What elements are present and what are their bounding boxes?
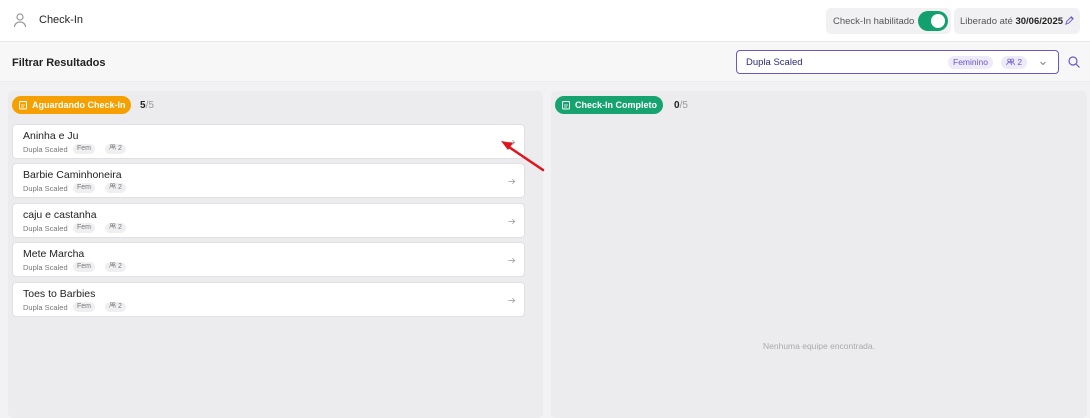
user-icon	[13, 13, 27, 28]
team-card[interactable]: Toes to Barbies Dupla Scaled Fem 2	[12, 282, 525, 317]
team-size-value: 2	[117, 145, 122, 152]
team-size-pill: 2	[1001, 56, 1028, 69]
gender-pill: Feminino	[948, 56, 993, 69]
arrow-right-icon[interactable]	[507, 217, 516, 226]
completed-count: 0/5	[674, 100, 688, 111]
team-card[interactable]: Barbie Caminhoneira Dupla Scaled Fem 2	[12, 163, 525, 198]
team-category: Dupla Scaled	[23, 224, 68, 233]
chevron-down-icon[interactable]	[1038, 58, 1048, 68]
team-category: Dupla Scaled	[23, 145, 68, 154]
category-select-value: Dupla Scaled	[746, 57, 803, 68]
clipboard-icon	[19, 101, 27, 110]
team-name: Toes to Barbies	[23, 288, 96, 300]
team-size-tag: 2	[105, 223, 126, 233]
team-card[interactable]: caju e castanha Dupla Scaled Fem 2	[12, 203, 525, 238]
team-size-value: 2	[117, 263, 122, 270]
liberado-until-button[interactable]: Liberado até 30/06/2025	[954, 8, 1080, 34]
empty-state-text: Nenhuma equipe encontrada.	[763, 341, 875, 351]
pending-badge: Aguardando Check-In	[12, 96, 131, 114]
completed-badge-label: Check-In Completo	[575, 100, 658, 110]
completed-column: Check-In Completo 0/5 Nenhuma equipe enc…	[551, 91, 1087, 418]
team-gender-tag: Fem	[73, 144, 95, 154]
arrow-right-icon[interactable]	[507, 177, 516, 186]
completed-count-total: /5	[679, 100, 688, 111]
team-size-tag: 2	[105, 262, 126, 272]
completed-badge: Check-In Completo	[555, 96, 663, 114]
team-category: Dupla Scaled	[23, 263, 68, 272]
team-name: caju e castanha	[23, 209, 97, 221]
category-select[interactable]: Dupla Scaled Feminino 2	[736, 50, 1059, 74]
toggle-knob	[931, 14, 945, 28]
people-icon	[109, 183, 116, 189]
people-icon	[109, 262, 116, 268]
liberado-label: Liberado até 30/06/2025	[960, 16, 1063, 27]
clipboard-icon	[562, 101, 570, 110]
pending-badge-label: Aguardando Check-In	[32, 100, 126, 110]
checkin-toggle[interactable]	[918, 11, 948, 31]
pending-column: Aguardando Check-In 5/5 Aninha e Ju Dupla…	[8, 91, 543, 418]
team-size-tag: 2	[105, 183, 126, 193]
team-size-tag: 2	[105, 302, 126, 312]
checkin-enabled-control: Check-In habilitado	[826, 8, 951, 34]
team-gender-tag: Fem	[73, 262, 95, 272]
team-size-value: 2	[1017, 57, 1023, 67]
pending-count: 5/5	[140, 100, 154, 111]
people-icon	[109, 223, 116, 229]
team-name: Mete Marcha	[23, 248, 85, 260]
team-name: Barbie Caminhoneira	[23, 169, 122, 181]
pencil-icon[interactable]	[1064, 15, 1075, 26]
team-size-value: 2	[117, 224, 122, 231]
team-category: Dupla Scaled	[23, 303, 68, 312]
people-icon	[109, 144, 116, 150]
filter-bar: Filtrar Resultados Dupla Scaled Feminino…	[0, 42, 1090, 82]
team-name: Aninha e Ju	[23, 130, 79, 142]
filter-title: Filtrar Resultados	[12, 57, 106, 69]
arrow-right-icon[interactable]	[507, 256, 516, 265]
page-title: Check-In	[39, 14, 84, 26]
liberado-date: 30/06/2025	[1015, 16, 1064, 27]
team-size-value: 2	[117, 303, 122, 310]
checkin-enabled-label: Check-In habilitado	[833, 16, 915, 27]
annotation-arrow-icon	[501, 141, 545, 172]
team-size-tag: 2	[105, 144, 126, 154]
team-card[interactable]: Aninha e Ju Dupla Scaled Fem 2	[12, 124, 525, 159]
team-card[interactable]: Mete Marcha Dupla Scaled Fem 2	[12, 242, 525, 277]
top-bar: Check-In Check-In habilitado Liberado at…	[0, 0, 1090, 42]
team-size-value: 2	[117, 184, 122, 191]
liberado-text: Liberado até	[960, 16, 1013, 27]
pending-count-total: /5	[145, 100, 154, 111]
team-category: Dupla Scaled	[23, 184, 68, 193]
team-gender-tag: Fem	[73, 183, 95, 193]
arrow-right-icon[interactable]	[507, 296, 516, 305]
team-gender-tag: Fem	[73, 302, 95, 312]
people-icon	[1006, 58, 1015, 66]
search-icon[interactable]	[1067, 55, 1081, 69]
team-gender-tag: Fem	[73, 223, 95, 233]
people-icon	[109, 302, 116, 308]
